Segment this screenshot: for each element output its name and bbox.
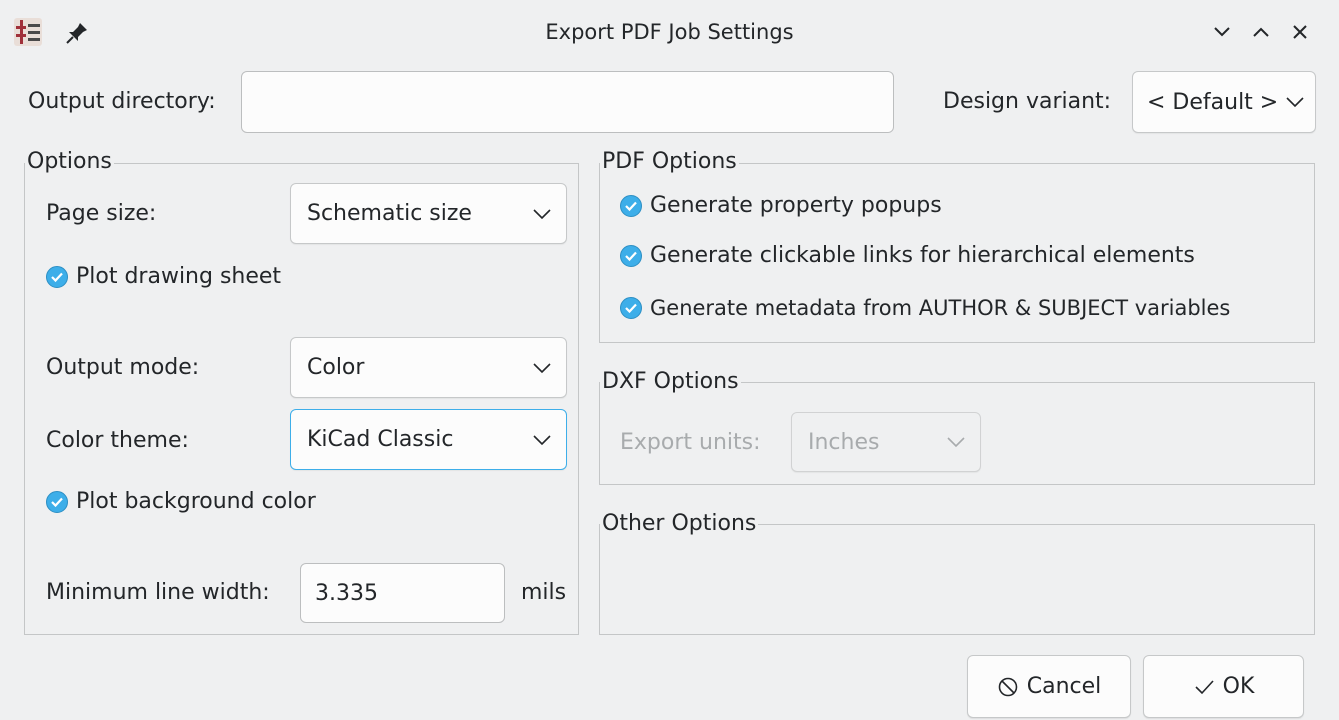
checkmark-icon [620, 244, 642, 267]
output-directory-input[interactable] [241, 71, 894, 133]
checkmark-icon [620, 297, 642, 319]
page-size-value: Schematic size [307, 201, 472, 226]
close-icon [1293, 25, 1307, 39]
chevron-down-icon [1214, 27, 1230, 37]
plot-background-color-checkbox[interactable]: Plot background color [46, 489, 316, 514]
pdf-options-group-title: PDF Options [600, 149, 739, 174]
design-variant-label: Design variant: [943, 89, 1112, 114]
checkmark-icon [46, 265, 68, 288]
chevron-down-icon [1286, 97, 1304, 108]
plot-drawing-sheet-label: Plot drawing sheet [76, 264, 282, 289]
export-units-select[interactable]: Inches [791, 412, 981, 472]
page-size-select[interactable]: Schematic size [290, 183, 567, 244]
cancel-label: Cancel [1026, 674, 1102, 699]
checkmark-icon [620, 194, 642, 217]
output-mode-select[interactable]: Color [290, 337, 567, 398]
checkmark-icon [46, 490, 68, 513]
close-button[interactable] [1282, 14, 1318, 50]
min-line-width-unit: mils [521, 580, 567, 605]
property-popups-label: Generate property popups [650, 193, 942, 218]
clickable-links-checkbox[interactable]: Generate clickable links for hierarchica… [620, 243, 1195, 268]
other-options-group-title: Other Options [600, 511, 759, 536]
chevron-down-icon [533, 208, 551, 219]
color-theme-value: KiCad Classic [307, 427, 454, 452]
export-units-value: Inches [808, 429, 880, 455]
window-title: Export PDF Job Settings [545, 20, 794, 44]
ok-label: OK [1222, 674, 1255, 699]
page-size-label: Page size: [46, 201, 157, 226]
output-directory-label: Output directory: [28, 89, 216, 114]
cancel-icon [998, 677, 1018, 696]
plot-background-color-label: Plot background color [76, 489, 316, 514]
title-bar: Export PDF Job Settings [0, 0, 1339, 62]
chevron-down-icon [947, 437, 965, 448]
cancel-button[interactable]: Cancel [967, 655, 1131, 718]
options-group-title: Options [25, 149, 114, 174]
chevron-up-icon [1253, 27, 1269, 37]
design-variant-select[interactable]: < Default > [1132, 71, 1316, 133]
metadata-label: Generate metadata from AUTHOR & SUBJECT … [650, 296, 1231, 320]
maximize-button[interactable] [1243, 14, 1279, 50]
checkmark-icon [1195, 679, 1214, 694]
min-line-width-label: Minimum line width: [46, 580, 270, 605]
color-theme-select[interactable]: KiCad Classic [290, 409, 567, 470]
minimize-button[interactable] [1204, 14, 1240, 50]
output-mode-value: Color [307, 355, 365, 380]
other-options-group [599, 524, 1315, 635]
chevron-down-icon [533, 362, 551, 373]
design-variant-value: < Default > [1147, 89, 1279, 115]
dxf-options-group-title: DXF Options [600, 369, 741, 394]
chevron-down-icon [533, 434, 551, 445]
plot-drawing-sheet-checkbox[interactable]: Plot drawing sheet [46, 264, 281, 289]
metadata-checkbox[interactable]: Generate metadata from AUTHOR & SUBJECT … [620, 296, 1230, 320]
property-popups-checkbox[interactable]: Generate property popups [620, 193, 942, 218]
output-mode-label: Output mode: [46, 355, 200, 380]
clickable-links-label: Generate clickable links for hierarchica… [650, 243, 1195, 268]
min-line-width-input[interactable]: 3.335 [300, 563, 505, 623]
color-theme-label: Color theme: [46, 428, 189, 453]
ok-button[interactable]: OK [1143, 655, 1304, 718]
export-units-label: Export units: [620, 430, 761, 455]
